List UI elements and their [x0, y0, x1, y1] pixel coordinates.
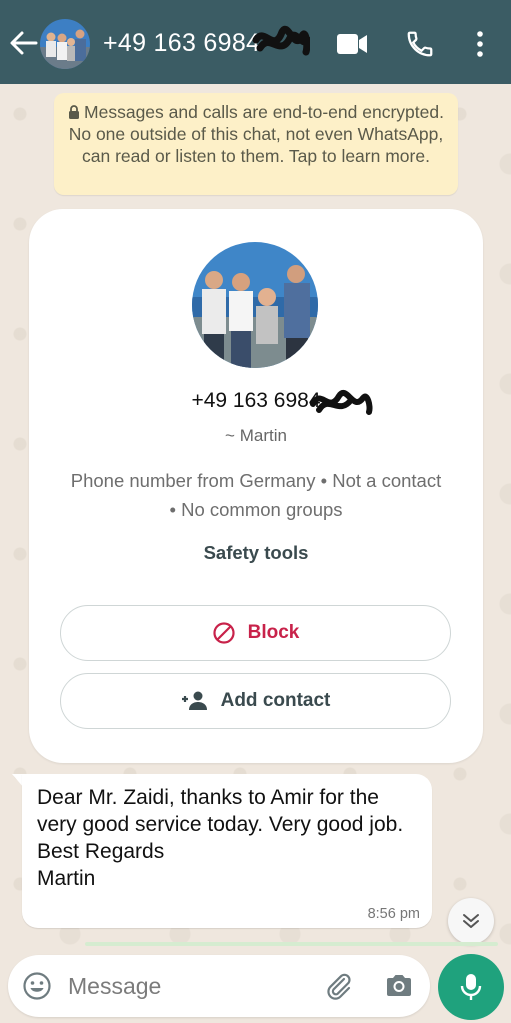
chat-header: +49 163 6984 — [0, 0, 511, 84]
message-timestamp: 8:56 pm — [367, 906, 420, 922]
incoming-message[interactable]: Dear Mr. Zaidi, thanks to Amir for the v… — [22, 774, 432, 928]
outgoing-message-edge — [85, 942, 498, 946]
message-input[interactable] — [68, 969, 308, 1003]
block-icon — [213, 622, 235, 644]
contact-avatar[interactable] — [40, 19, 90, 69]
add-contact-button[interactable]: Add contact — [60, 673, 451, 729]
encryption-notice-text: Messages and calls are end-to-end encryp… — [68, 102, 444, 166]
double-chevron-down-icon — [463, 914, 479, 928]
scroll-to-bottom-button[interactable] — [448, 898, 494, 944]
video-camera-icon[interactable] — [336, 33, 368, 55]
block-button[interactable]: Block — [60, 605, 451, 661]
redaction-scribble — [252, 25, 310, 56]
add-contact-label: Add contact — [220, 690, 331, 711]
paperclip-icon[interactable] — [324, 971, 354, 1001]
message-composer — [8, 955, 430, 1017]
message-text: Dear Mr. Zaidi, thanks to Amir for the v… — [37, 786, 404, 890]
more-vertical-icon[interactable] — [470, 29, 490, 59]
contact-info-card: +49 163 6984 ~ Martin Phone number from … — [29, 209, 483, 763]
contact-profile-photo[interactable] — [192, 242, 318, 368]
arrow-left-icon[interactable] — [8, 30, 38, 56]
emoji-icon[interactable] — [22, 971, 52, 1001]
redaction-scribble — [310, 390, 373, 415]
header-title[interactable]: +49 163 6984 — [103, 29, 260, 58]
contact-phone-number: +49 163 6984 — [191, 389, 321, 412]
camera-icon[interactable] — [384, 971, 414, 1001]
safety-tools-link[interactable]: Safety tools — [29, 542, 483, 564]
microphone-icon — [460, 974, 482, 1000]
encryption-notice[interactable]: Messages and calls are end-to-end encryp… — [54, 93, 458, 195]
contact-name: ~ Martin — [225, 426, 287, 445]
block-label: Block — [247, 622, 300, 643]
contact-info-text: Phone number from Germany • Not a contac… — [70, 470, 442, 520]
add-person-icon — [181, 691, 207, 710]
phone-icon[interactable] — [405, 29, 435, 59]
lock-icon — [69, 105, 80, 119]
mic-button[interactable] — [438, 954, 504, 1020]
